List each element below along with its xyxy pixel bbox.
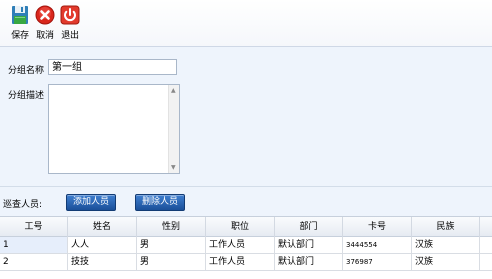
group-description-textarea[interactable]: ▲ ▼ xyxy=(48,84,180,174)
group-description-label: 分组描述 xyxy=(8,91,45,101)
cell-department: 默认部门 xyxy=(275,254,343,270)
column-header-department[interactable]: 部门 xyxy=(275,217,343,237)
cell-id: 1 xyxy=(0,237,68,253)
floppy-disk-icon xyxy=(12,6,28,24)
table-row[interactable]: 2 技技 男 工作人员 默认部门 376987 汉族 xyxy=(0,254,492,271)
cell-department: 默认部门 xyxy=(275,237,343,253)
description-scrollbar[interactable]: ▲ ▼ xyxy=(168,85,179,173)
patrol-personnel-bar: 巡查人员: 添加人员 删除人员 xyxy=(0,186,492,217)
column-header-ethnicity[interactable]: 民族 xyxy=(412,217,480,237)
personnel-table: 工号 姓名 性别 职位 部门 卡号 民族 1 人人 男 工作人员 默认部门 34… xyxy=(0,216,492,279)
save-button[interactable]: 保存 xyxy=(8,2,32,44)
group-form-panel: 分组名称 第一组 分组描述 ▲ ▼ xyxy=(0,47,492,186)
cancel-button[interactable]: 取消 xyxy=(33,2,57,44)
cell-card-no: 376987 xyxy=(343,254,412,270)
scroll-down-icon[interactable]: ▼ xyxy=(171,164,176,171)
cell-name: 技技 xyxy=(68,254,137,270)
cell-ethnicity: 汉族 xyxy=(412,254,480,270)
column-header-gender[interactable]: 性别 xyxy=(137,217,206,237)
cancel-label: 取消 xyxy=(36,31,54,41)
power-icon xyxy=(60,5,80,25)
exit-button[interactable]: 退出 xyxy=(58,2,82,44)
cell-ethnicity: 汉族 xyxy=(412,237,480,253)
cell-name: 人人 xyxy=(68,237,137,253)
patrol-personnel-label: 巡查人员: xyxy=(3,200,43,210)
save-label: 保存 xyxy=(11,31,29,41)
column-header-id[interactable]: 工号 xyxy=(0,217,68,237)
cell-position: 工作人员 xyxy=(206,254,275,270)
table-header: 工号 姓名 性别 职位 部门 卡号 民族 xyxy=(0,216,492,237)
add-personnel-button[interactable]: 添加人员 xyxy=(66,194,116,211)
cell-card-no: 3444554 xyxy=(343,237,412,253)
cell-id: 2 xyxy=(0,254,68,270)
table-row[interactable]: 1 人人 男 工作人员 默认部门 3444554 汉族 xyxy=(0,237,492,254)
group-name-input[interactable]: 第一组 xyxy=(48,59,177,75)
toolbar: 保存 取消 退出 xyxy=(0,0,492,47)
cancel-x-icon xyxy=(35,5,55,25)
exit-label: 退出 xyxy=(61,31,79,41)
column-header-filler xyxy=(480,217,492,237)
delete-personnel-button[interactable]: 删除人员 xyxy=(135,194,185,211)
cell-position: 工作人员 xyxy=(206,237,275,253)
group-name-label: 分组名称 xyxy=(8,66,45,76)
column-header-position[interactable]: 职位 xyxy=(206,217,275,237)
cell-gender: 男 xyxy=(137,237,206,253)
cell-gender: 男 xyxy=(137,254,206,270)
column-header-name[interactable]: 姓名 xyxy=(68,217,137,237)
scroll-up-icon[interactable]: ▲ xyxy=(171,87,176,94)
column-header-card-no[interactable]: 卡号 xyxy=(343,217,412,237)
